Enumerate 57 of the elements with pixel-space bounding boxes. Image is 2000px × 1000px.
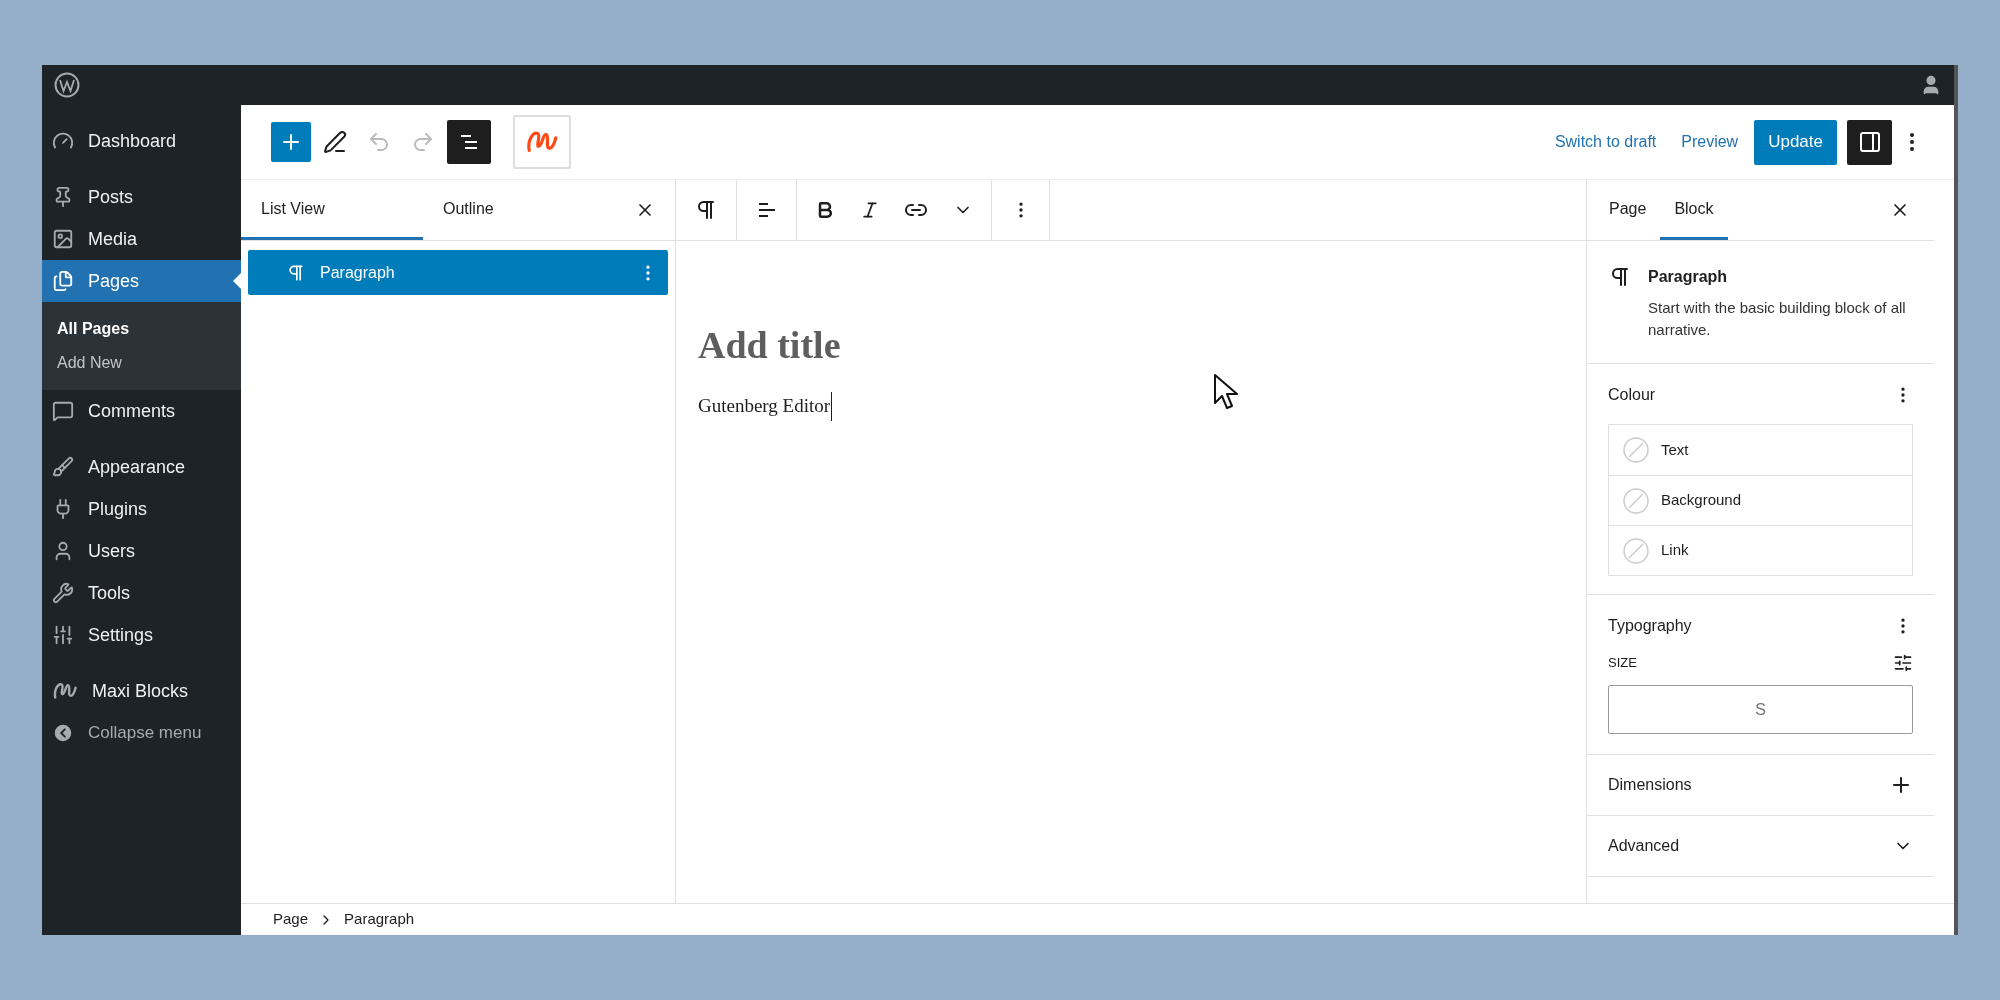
no-colour-swatch-icon [1623, 537, 1649, 564]
settings-toggle-button[interactable] [1847, 119, 1892, 165]
paragraph-text[interactable]: Gutenberg Editor [698, 392, 833, 421]
colour-option[interactable]: Background [1609, 475, 1912, 525]
list-view-button[interactable] [447, 120, 491, 164]
sidebar-item[interactable]: Pages [42, 260, 241, 302]
settings-tab[interactable]: Page [1595, 180, 1661, 240]
wrench-icon [52, 582, 74, 604]
maxi-blocks-button[interactable] [513, 115, 571, 169]
breadcrumb-link[interactable]: Paragraph [344, 908, 415, 931]
panel-title: Colour [1608, 385, 1656, 405]
settings-tab[interactable]: Block [1660, 180, 1728, 240]
block-title: Paragraph [1648, 267, 1729, 287]
colour-option[interactable]: Text [1609, 425, 1912, 475]
wordpress-logo-icon[interactable] [54, 72, 80, 98]
breadcrumb-link[interactable]: Page [273, 908, 309, 931]
sidebar-item[interactable]: Tools [42, 572, 241, 614]
sliders-icon[interactable] [1893, 653, 1913, 673]
list-view-row[interactable]: Paragraph [248, 250, 668, 295]
switch-to-draft-link[interactable]: Switch to draft [1554, 130, 1657, 154]
panel-header[interactable]: Advanced [1587, 816, 1934, 877]
submenu-item[interactable]: Add New [42, 346, 241, 380]
undo-icon [367, 130, 391, 154]
pages-icon [52, 270, 74, 292]
preview-link[interactable]: Preview [1681, 130, 1739, 154]
submenu-item[interactable]: All Pages [42, 312, 241, 346]
add-block-button[interactable] [271, 122, 311, 162]
sidebar-item[interactable]: Settings [42, 614, 241, 656]
sidebar-item[interactable]: Users [42, 530, 241, 572]
sliders-icon [52, 624, 74, 646]
collapse-menu-button[interactable]: Collapse menu [42, 712, 241, 754]
font-size-field[interactable]: S [1608, 685, 1913, 734]
redo-icon [411, 130, 435, 154]
panel-title: Typography [1608, 616, 1692, 636]
panel-tab[interactable]: Outline [423, 180, 605, 240]
panel-tab[interactable]: List View [241, 180, 423, 240]
block-description: Start with the basic building block of all narrative. [1648, 298, 1907, 340]
sidebar-item[interactable]: Comments [42, 390, 241, 432]
panel-header[interactable]: Dimensions [1587, 755, 1934, 816]
update-button[interactable]: Update [1754, 119, 1837, 165]
pen-icon [323, 130, 347, 154]
media-icon [52, 228, 74, 250]
sidebar-item[interactable]: Posts [42, 176, 241, 218]
sidebar-panel-icon [1857, 130, 1882, 154]
no-colour-swatch-icon [1623, 437, 1649, 463]
sidebar-item[interactable]: Plugins [42, 488, 241, 530]
sidebar-item[interactable]: Dashboard [42, 120, 241, 162]
sidebar-item[interactable]: Maxi Blocks [42, 670, 241, 712]
collapse-icon [52, 722, 74, 744]
brush-icon [52, 456, 74, 478]
comment-icon [52, 400, 74, 422]
no-colour-swatch-icon [1623, 487, 1649, 514]
title-field[interactable]: Add title [698, 317, 1298, 374]
sidebar-item[interactable]: Appearance [42, 446, 241, 488]
sidebar-item[interactable]: Media [42, 218, 241, 260]
size-label: SIZE [1608, 654, 1637, 673]
colour-option[interactable]: Link [1609, 525, 1912, 575]
